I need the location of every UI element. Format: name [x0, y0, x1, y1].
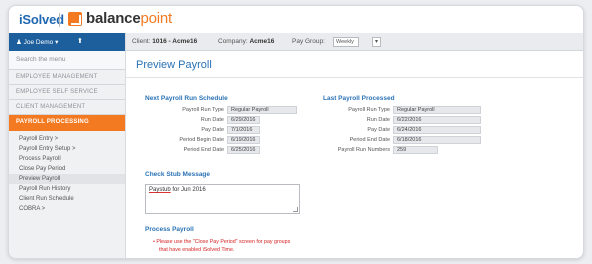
brand-divider	[59, 13, 60, 27]
warning-line-1: • Please use the "Close Pay Period" scre…	[153, 239, 291, 245]
field-label: Period End Date	[183, 147, 224, 153]
next-pay-date-value: 7/1/2016	[227, 126, 260, 134]
brand-name-accent: point	[140, 10, 172, 27]
sidebar-item-process-payroll[interactable]: Process Payroll	[9, 154, 125, 164]
paygroup-select[interactable]: Weekly	[333, 37, 359, 47]
app-window: iSolved balancepoint ♟ Joe Demo ▾ ⬆ Sear…	[8, 5, 584, 259]
check-stub-heading: Check Stub Message	[145, 171, 211, 178]
next-run-type-value: Regular Payroll	[227, 106, 297, 114]
next-run-heading: Next Payroll Run Schedule	[145, 95, 228, 102]
last-period-end-value: 6/18/2016	[393, 136, 481, 144]
sidebar-item-payroll-entry-setup[interactable]: Payroll Entry Setup >	[9, 144, 125, 154]
sidebar-item-preview-payroll[interactable]: Preview Payroll	[9, 174, 125, 184]
page-title: Preview Payroll	[136, 59, 212, 71]
payroll-submenu: Payroll Entry > Payroll Entry Setup > Pr…	[9, 131, 125, 214]
sidebar-item-payroll-entry[interactable]: Payroll Entry >	[9, 134, 125, 144]
chevron-down-icon: ▾	[55, 39, 59, 46]
field-label: Pay Date	[201, 127, 224, 133]
field-label: Pay Date	[367, 127, 390, 133]
balancepoint-logo-icon	[68, 12, 82, 26]
client-value: 1016 - Acme16	[152, 38, 198, 45]
company-value: Acme16	[249, 38, 275, 45]
sidebar-item-close-pay-period[interactable]: Close Pay Period	[9, 164, 125, 174]
nav-payroll-processing[interactable]: PAYROLL PROCESSING	[9, 115, 125, 131]
warning-line-2: that have enabled iSolved Time.	[159, 247, 235, 253]
main-content: Preview Payroll Next Payroll Run Schedul…	[126, 51, 583, 258]
field-label: Payroll Run Numbers	[337, 147, 390, 153]
field-label: Payroll Run Type	[182, 107, 224, 113]
last-run-type-value: Regular Payroll	[393, 106, 481, 114]
field-label: Run Date	[200, 117, 224, 123]
user-menu[interactable]: ♟ Joe Demo ▾ ⬆	[9, 33, 125, 51]
nav-employee-management[interactable]: EMPLOYEE MANAGEMENT	[9, 70, 125, 85]
last-run-date-value: 6/22/2016	[393, 116, 481, 124]
user-icon: ♟	[16, 39, 24, 46]
sidebar-item-payroll-run-history[interactable]: Payroll Run History	[9, 184, 125, 194]
sidebar-item-client-run-schedule[interactable]: Client Run Schedule	[9, 194, 125, 204]
last-run-numbers-value: 259	[393, 146, 438, 154]
company-label: Company:	[218, 38, 248, 45]
nav-employee-self-service[interactable]: EMPLOYEE SELF SERVICE	[9, 85, 125, 100]
resize-handle-icon[interactable]	[293, 207, 298, 212]
user-name: Joe Demo	[23, 39, 54, 46]
sidebar: ♟ Joe Demo ▾ ⬆ Search the menu EMPLOYEE …	[9, 33, 126, 258]
context-bar: Client: 1016 - Acme16 Company: Acme16 Pa…	[126, 33, 583, 51]
title-divider	[126, 77, 583, 78]
isolved-logo: iSolved	[19, 12, 64, 27]
check-stub-textarea[interactable]: Paystub for Jun 2016	[145, 184, 300, 214]
process-payroll-heading: Process Payroll	[145, 226, 194, 233]
balancepoint-logo-text: balancepoint	[86, 10, 172, 27]
paygroup-label: Pay Group:	[292, 38, 325, 45]
field-label: Payroll Run Type	[348, 107, 390, 113]
paygroup-dropdown-icon[interactable]: ▾	[372, 37, 381, 47]
company-context[interactable]: Company: Acme16	[218, 38, 274, 45]
next-period-begin-value: 6/19/2016	[227, 136, 260, 144]
field-label: Period End Date	[349, 137, 390, 143]
check-stub-text: for Jun 2016	[170, 187, 206, 193]
client-context[interactable]: Client: 1016 - Acme16	[132, 38, 197, 45]
pin-icon[interactable]: ⬆	[77, 37, 83, 45]
brand-header: iSolved balancepoint	[9, 6, 583, 33]
field-label: Run Date	[366, 117, 390, 123]
next-run-date-value: 6/29/2016	[227, 116, 260, 124]
client-label: Client:	[132, 38, 151, 45]
last-run-heading: Last Payroll Processed	[323, 95, 395, 102]
field-label: Period Begin Date	[179, 137, 224, 143]
next-period-end-value: 6/25/2016	[227, 146, 260, 154]
check-stub-word: Paystub	[149, 187, 171, 193]
nav-client-management[interactable]: CLIENT MANAGEMENT	[9, 100, 125, 115]
search-input[interactable]: Search the menu	[9, 51, 125, 70]
brand-name-main: balance	[86, 10, 141, 27]
sidebar-item-cobra[interactable]: COBRA >	[9, 204, 125, 214]
last-pay-date-value: 6/24/2016	[393, 126, 481, 134]
